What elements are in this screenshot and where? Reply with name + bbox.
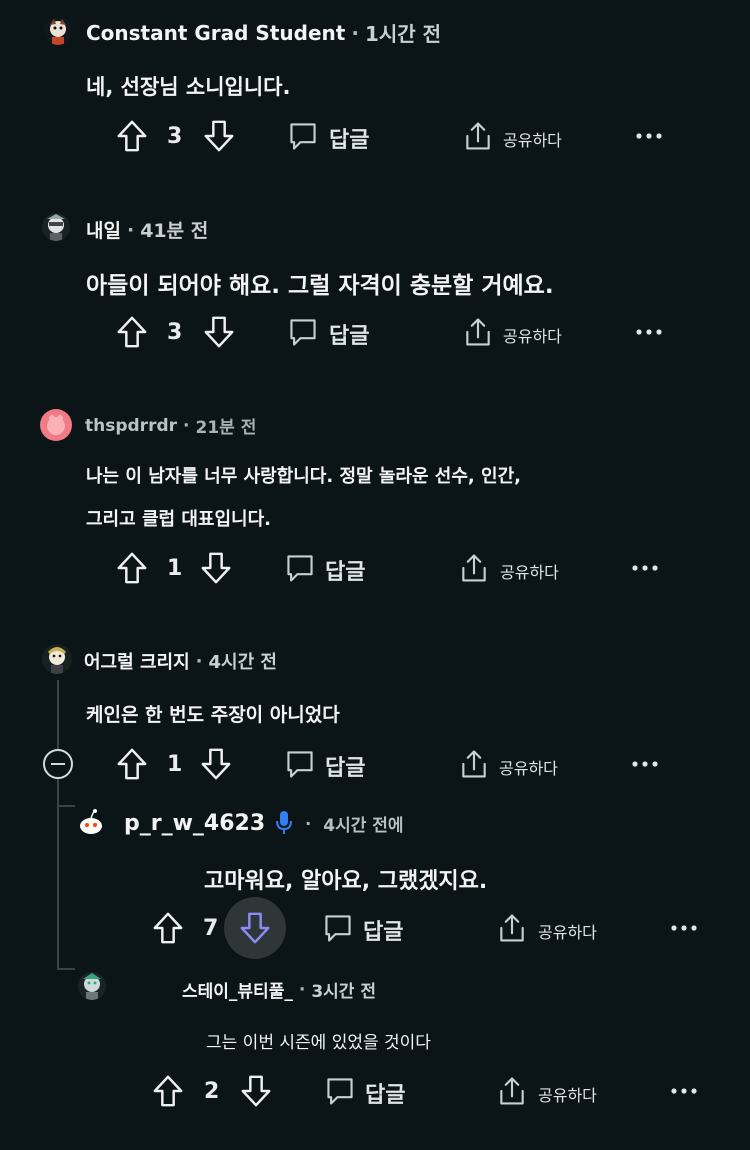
more-horizontal-icon[interactable] bbox=[627, 550, 663, 586]
comment-actions: 2 답글 공유하다 bbox=[0, 1073, 600, 1113]
share-button[interactable]: 공유하다 bbox=[500, 559, 559, 583]
more-horizontal-icon[interactable] bbox=[631, 314, 667, 350]
vote-count: 3 bbox=[167, 320, 183, 345]
reply-button[interactable]: 답글 bbox=[329, 122, 369, 154]
avatar[interactable] bbox=[42, 213, 70, 241]
speech-bubble-icon[interactable] bbox=[285, 314, 321, 350]
comment-actions: 3 답글 공유하다 bbox=[0, 118, 600, 158]
speech-bubble-icon[interactable] bbox=[322, 1073, 358, 1109]
reply-button[interactable]: 답글 bbox=[363, 914, 403, 946]
share-upload-icon[interactable] bbox=[456, 746, 492, 782]
comment-body-line-1: 나는 이 남자를 너무 사랑합니다. 정말 놀라운 선수, 인간, bbox=[86, 466, 521, 487]
vote-count: 1 bbox=[167, 556, 183, 581]
reply-button[interactable]: 답글 bbox=[365, 1077, 405, 1109]
comment-time: 3시간 전 bbox=[311, 982, 376, 1002]
comment-time: 41분 전 bbox=[140, 220, 209, 242]
avatar[interactable] bbox=[78, 972, 106, 1000]
comment-time: 1시간 전 bbox=[364, 22, 442, 46]
more-horizontal-icon[interactable] bbox=[666, 910, 702, 946]
upvote-arrow-icon[interactable] bbox=[114, 746, 150, 782]
speech-bubble-icon[interactable] bbox=[320, 910, 356, 946]
share-upload-icon[interactable] bbox=[456, 550, 492, 586]
vote-count: 1 bbox=[167, 752, 183, 777]
meta-separator: · bbox=[298, 979, 306, 1000]
comment-author[interactable]: 스테이_뷰티풀_ bbox=[182, 977, 293, 1002]
comment-body-line-2: 그리고 클럽 대표입니다. bbox=[86, 509, 271, 530]
vote-count: 2 bbox=[204, 1079, 220, 1104]
vote-count: 3 bbox=[167, 124, 183, 149]
upvote-arrow-icon[interactable] bbox=[150, 910, 186, 946]
avatar[interactable] bbox=[76, 808, 106, 838]
comment-author[interactable]: 어그럴 크리지 bbox=[84, 648, 190, 674]
share-button[interactable]: 공유하다 bbox=[499, 755, 558, 779]
comment-author[interactable]: 내일 bbox=[86, 216, 121, 243]
reply-button[interactable]: 답글 bbox=[329, 318, 369, 350]
more-horizontal-icon[interactable] bbox=[627, 746, 663, 782]
comment-author[interactable]: Constant Grad Student bbox=[86, 21, 345, 45]
downvote-arrow-icon[interactable] bbox=[198, 550, 234, 586]
comment-body: 케인은 한 번도 주장이 아니었다 bbox=[86, 704, 340, 726]
share-upload-icon[interactable] bbox=[494, 1073, 530, 1109]
share-upload-icon[interactable] bbox=[494, 910, 530, 946]
meta-separator: · bbox=[126, 218, 135, 241]
upvote-arrow-icon[interactable] bbox=[114, 314, 150, 350]
speech-bubble-icon[interactable] bbox=[282, 746, 318, 782]
more-horizontal-icon[interactable] bbox=[631, 118, 667, 154]
downvote-arrow-icon[interactable] bbox=[201, 118, 237, 154]
share-button[interactable]: 공유하다 bbox=[503, 323, 562, 347]
comment-body: 아들이 되어야 해요. 그럴 자격이 충분할 거예요. bbox=[86, 273, 554, 299]
meta-separator: · bbox=[195, 650, 203, 672]
meta-separator: · bbox=[351, 20, 359, 45]
meta-separator: · bbox=[305, 813, 312, 833]
thread-branch-2 bbox=[57, 968, 75, 970]
comment-author[interactable]: thspdrrdr bbox=[85, 416, 177, 436]
thread-branch-1 bbox=[57, 805, 75, 807]
speech-bubble-icon[interactable] bbox=[285, 118, 321, 154]
reply-button[interactable]: 답글 bbox=[325, 750, 365, 782]
comment-actions: 7 답글 공유하다 bbox=[0, 897, 600, 959]
downvote-arrow-icon[interactable] bbox=[238, 1073, 274, 1109]
meta-separator: · bbox=[183, 415, 190, 436]
vote-count: 7 bbox=[203, 916, 219, 941]
microphone-icon bbox=[275, 810, 293, 836]
speech-bubble-icon[interactable] bbox=[282, 550, 318, 586]
avatar[interactable] bbox=[42, 644, 72, 674]
downvote-arrow-icon[interactable] bbox=[201, 314, 237, 350]
avatar[interactable] bbox=[44, 17, 72, 45]
upvote-arrow-icon[interactable] bbox=[150, 1073, 186, 1109]
comment-author[interactable]: p_r_w_4623 bbox=[124, 811, 265, 836]
comment-time: 4시간 전 bbox=[208, 652, 277, 673]
upvote-arrow-icon[interactable] bbox=[114, 118, 150, 154]
comment-body: 그는 이번 시즌에 있었을 것이다 bbox=[206, 1033, 431, 1053]
reply-button[interactable]: 답글 bbox=[325, 554, 365, 586]
avatar[interactable] bbox=[40, 409, 72, 441]
downvote-arrow-icon[interactable] bbox=[224, 897, 286, 959]
upvote-arrow-icon[interactable] bbox=[114, 550, 150, 586]
comment-actions: 3 답글 공유하다 bbox=[0, 314, 600, 354]
share-button[interactable]: 공유하다 bbox=[538, 919, 597, 943]
comment-body: 네, 선장님 소니입니다. bbox=[86, 75, 291, 99]
comment-time: 21분 전 bbox=[195, 418, 257, 438]
comment-actions: 1 답글 공유하다 bbox=[0, 746, 600, 786]
share-upload-icon[interactable] bbox=[460, 118, 496, 154]
more-horizontal-icon[interactable] bbox=[666, 1073, 702, 1109]
comment-time: 4시간 전에 bbox=[323, 815, 404, 836]
comment-actions: 1 답글 공유하다 bbox=[0, 550, 600, 590]
share-button[interactable]: 공유하다 bbox=[503, 127, 562, 151]
comment-body: 고마워요, 알아요, 그랬겠지요. bbox=[204, 869, 488, 894]
share-upload-icon[interactable] bbox=[460, 314, 496, 350]
downvote-arrow-icon[interactable] bbox=[198, 746, 234, 782]
share-button[interactable]: 공유하다 bbox=[538, 1082, 597, 1106]
